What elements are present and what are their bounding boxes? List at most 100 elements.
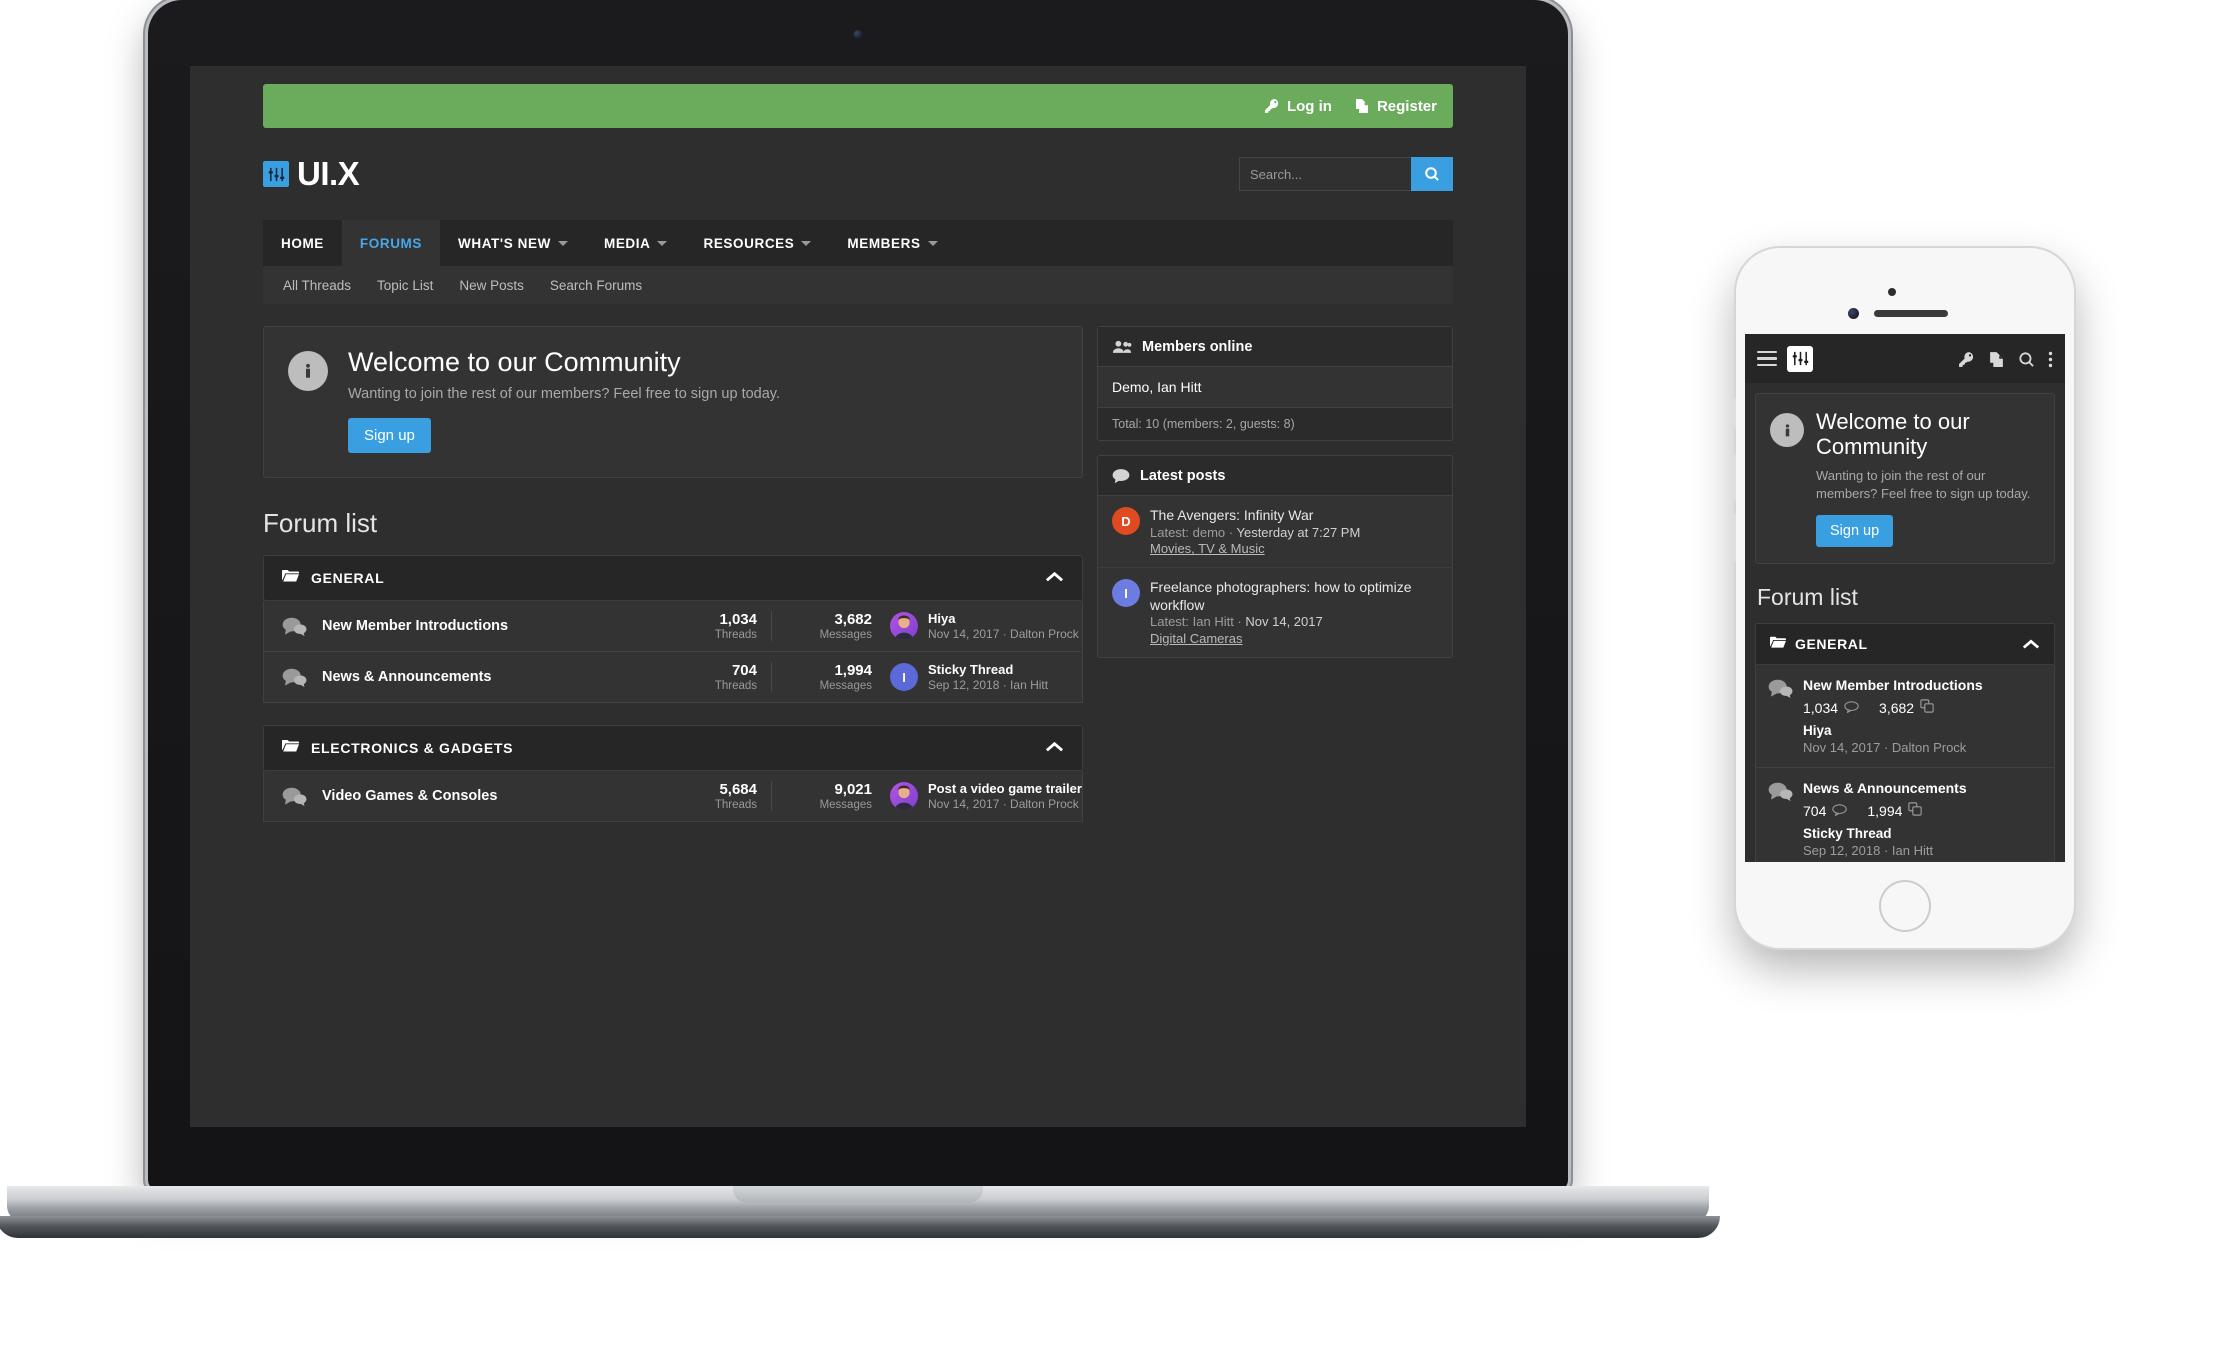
chevron-up-icon[interactable] <box>1045 739 1064 757</box>
comment-icon <box>1112 468 1130 484</box>
threads-stat: 1,034 Threads <box>671 611 757 641</box>
phone-silent-switch[interactable] <box>1733 398 1736 428</box>
messages-count: 3,682 <box>1879 699 1915 716</box>
online-member-names[interactable]: Demo, Ian Hitt <box>1112 379 1438 395</box>
list-item[interactable]: I Freelance photographers: how to optimi… <box>1098 568 1452 657</box>
mobile-forum-node-title: News & Announcements <box>1803 780 1967 797</box>
nav-item-resources[interactable]: RESOURCES <box>685 220 829 266</box>
messages-count: 3,682 <box>834 611 872 629</box>
nav-label: WHAT'S NEW <box>458 235 551 251</box>
threads-count: 704 <box>1803 802 1827 819</box>
avatar[interactable]: I <box>890 663 918 692</box>
phone-home-button[interactable] <box>1879 880 1931 932</box>
last-post-meta: Nov 14, 2017 · Dalton Prock <box>928 797 1079 812</box>
avatar[interactable]: D <box>1112 507 1140 535</box>
mobile-forum-node-row[interactable]: New Member Introductions 1,034 3,682 Hiy… <box>1755 665 2055 769</box>
nav-item-home[interactable]: HOME <box>263 220 342 266</box>
post-forum-link[interactable]: Movies, TV & Music <box>1150 541 1360 556</box>
info-icon <box>288 351 328 391</box>
mobile-forum-category-header-general[interactable]: GENERAL <box>1755 623 2055 666</box>
vertical-dots-icon[interactable] <box>2048 351 2053 367</box>
threads-label: Threads <box>714 680 757 693</box>
widget-body: Demo, Ian Hitt <box>1098 367 1452 407</box>
post-meta-time: Yesterday at 7:27 PM <box>1236 524 1361 540</box>
nav-item-forums[interactable]: FORUMS <box>341 220 441 266</box>
laptop-device: Log in Register UI.X Search... HOME FORU… <box>0 0 1720 1238</box>
brand[interactable]: UI.X <box>263 155 360 193</box>
phone-speaker-grill <box>1874 310 1948 317</box>
nav-item-media[interactable]: MEDIA <box>586 220 686 266</box>
search-icon[interactable] <box>2018 351 2034 367</box>
last-post-title[interactable]: Hiya <box>928 611 1068 626</box>
chevron-up-icon[interactable] <box>1045 569 1064 587</box>
search-input[interactable] <box>1239 157 1411 191</box>
nav-item-members[interactable]: MEMBERS <box>829 220 955 266</box>
top-visitor-bar: Log in Register <box>263 84 1453 128</box>
post-title[interactable]: The Avengers: Infinity War <box>1150 507 1360 525</box>
mobile-last-post-meta: Sep 12, 2018 · Ian Hitt <box>1803 843 1934 859</box>
chevron-up-icon[interactable] <box>2022 636 2040 652</box>
avatar[interactable] <box>890 612 918 641</box>
widget-header: Members online <box>1098 327 1452 367</box>
mobile-last-post-title[interactable]: Sticky Thread <box>1803 826 1967 841</box>
subnav-all-threads[interactable]: All Threads <box>283 278 351 293</box>
screenshot-stage: Log in Register UI.X Search... HOME FORU… <box>0 0 2240 1360</box>
phone-device: Welcome to our Community Wanting to join… <box>1733 248 2074 948</box>
brand-text: UI.X <box>297 155 360 192</box>
key-icon[interactable] <box>1958 351 1974 367</box>
last-post-title[interactable]: Sticky Thread <box>928 662 1048 677</box>
widget-title: Members online <box>1142 338 1253 355</box>
divider <box>771 662 772 693</box>
welcome-title: Welcome to our Community <box>348 347 681 377</box>
mobile-last-post-meta: Nov 14, 2017 · Dalton Prock <box>1803 740 1967 756</box>
forum-node-row[interactable]: New Member Introductions 1,034 Threads 3… <box>263 601 1083 653</box>
mobile-sign-up-button[interactable]: Sign up <box>1816 515 1894 548</box>
sliders-equalizer-icon[interactable] <box>1787 345 1813 372</box>
register-link[interactable]: Register <box>1354 98 1437 115</box>
phone-volume-up-button[interactable] <box>1733 453 1736 501</box>
widget-header: Latest posts <box>1098 456 1452 496</box>
threads-count: 1,034 <box>1803 699 1839 716</box>
avatar[interactable] <box>890 782 918 811</box>
mobile-welcome-notice: Welcome to our Community Wanting to join… <box>1755 393 2055 565</box>
hamburger-icon[interactable] <box>1757 350 1777 367</box>
post-meta: Latest: demo · Yesterday at 7:27 PM <box>1150 525 1360 542</box>
mobile-last-post-title[interactable]: Hiya <box>1803 723 1983 738</box>
category-name: ELECTRONICS & GADGETS <box>311 740 514 757</box>
register-label: Register <box>1376 97 1437 115</box>
subnav-topic-list[interactable]: Topic List <box>377 278 433 293</box>
forum-category-header-general[interactable]: GENERAL <box>263 555 1083 602</box>
phone-volume-down-button[interactable] <box>1733 514 1736 562</box>
forum-node-row[interactable]: News & Announcements 704 Threads 1,994 M… <box>263 652 1083 704</box>
sign-up-button[interactable]: Sign up <box>348 418 431 454</box>
search-button[interactable] <box>1411 157 1453 191</box>
chevron-down-icon <box>557 240 568 246</box>
last-post-meta: Nov 14, 2017 · Dalton Prock <box>928 627 1079 642</box>
post-title[interactable]: Freelance photographers: how to optimize… <box>1150 579 1438 614</box>
nav-label: RESOURCES <box>703 235 795 251</box>
post-forum-link[interactable]: Digital Cameras <box>1150 631 1438 646</box>
messages-stat: 3,682 Messages <box>786 611 872 641</box>
last-post-title[interactable]: Post a video game trailer <box>928 781 1082 796</box>
messages-count: 1,994 <box>834 662 872 680</box>
subnav-new-posts[interactable]: New Posts <box>459 278 524 293</box>
subnav-search-forums[interactable]: Search Forums <box>550 278 642 293</box>
list-item[interactable]: D The Avengers: Infinity War Latest: dem… <box>1098 496 1452 569</box>
mobile-content: Welcome to our Community Wanting to join… <box>1745 383 2065 862</box>
messages-count: 9,021 <box>834 781 872 799</box>
nav-item-whats-new[interactable]: WHAT'S NEW <box>440 220 586 266</box>
register-document-icon[interactable] <box>1988 351 2004 367</box>
last-post: Hiya Nov 14, 2017 · Dalton Prock <box>872 611 1079 642</box>
login-link[interactable]: Log in <box>1264 98 1332 115</box>
last-post: Post a video game trailer Nov 14, 2017 ·… <box>872 781 1082 812</box>
brand-row: UI.X <box>263 128 1453 220</box>
nav-label: MEMBERS <box>847 235 921 251</box>
main-nav: HOME FORUMS WHAT'S NEW MEDIA RESOURCES M… <box>263 220 1453 266</box>
folder-icon <box>282 569 299 588</box>
avatar[interactable]: I <box>1112 579 1140 608</box>
mobile-forum-node-row[interactable]: News & Announcements 704 1,994 Sticky Th… <box>1755 768 2055 862</box>
forum-category-header-electronics[interactable]: ELECTRONICS & GADGETS <box>263 725 1083 772</box>
messages-stat: 1,994 Messages <box>786 662 872 692</box>
comment-outline-icon <box>1832 803 1848 819</box>
forum-node-row[interactable]: Video Games & Consoles 5,684 Threads 9,0… <box>263 771 1083 823</box>
